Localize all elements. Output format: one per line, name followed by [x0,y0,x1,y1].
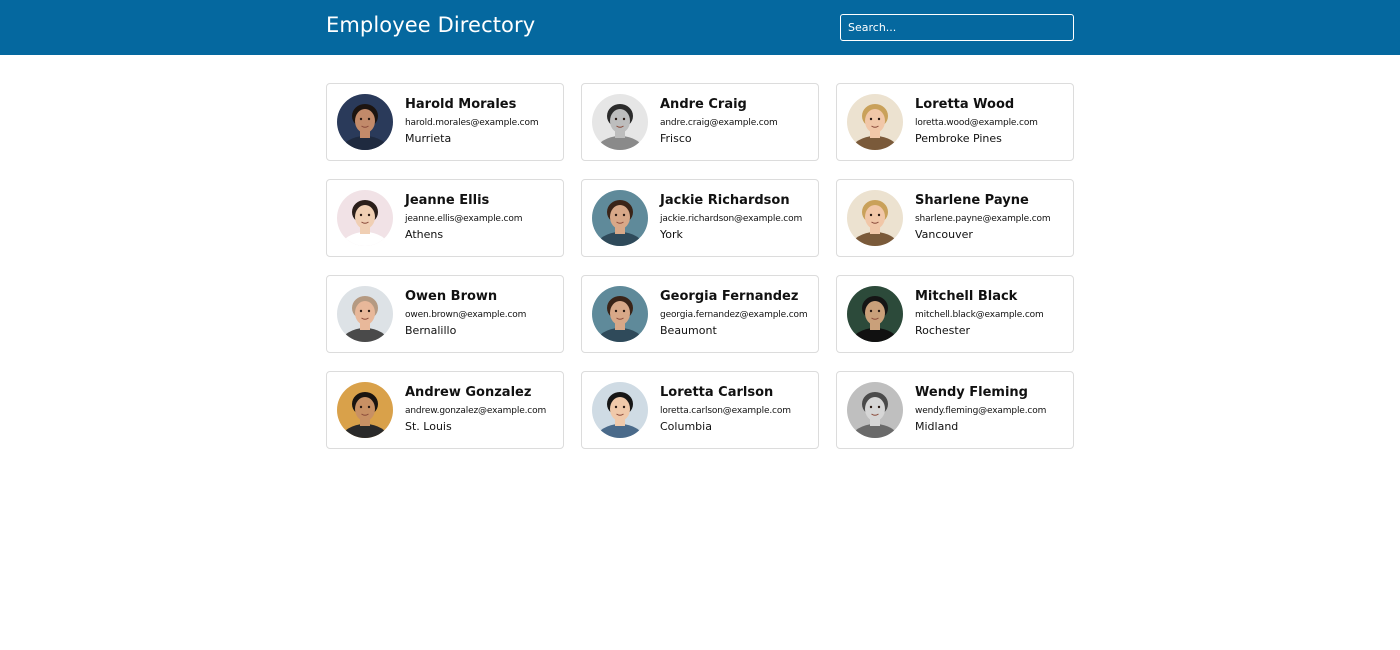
app-header: Employee Directory [0,0,1400,55]
employee-grid: Harold Morales harold.morales@example.com… [326,83,1074,449]
employee-city: York [660,228,683,241]
avatar-photo [337,286,393,342]
employee-card[interactable]: Loretta Carlson loretta.carlson@example.c… [581,371,819,449]
employee-name: Wendy Fleming [915,385,1028,400]
employee-info: Harold Morales harold.morales@example.com… [405,97,561,146]
employee-info: Jeanne Ellis jeanne.ellis@example.com Athe… [405,193,561,242]
employee-info: Wendy Fleming wendy.fleming@example.com Mi… [915,385,1071,434]
employee-card[interactable]: Harold Morales harold.morales@example.com… [326,83,564,161]
avatar [337,190,393,246]
employee-city: Athens [405,228,444,241]
employee-name: Jeanne Ellis [405,193,490,208]
avatar-photo [592,190,648,246]
employee-city: Midland [915,420,959,433]
employee-info: Jackie Richardson jackie.richardson@examp… [660,193,816,242]
avatar-photo [847,382,903,438]
avatar [337,94,393,150]
employee-name: Andre Craig [660,97,747,112]
employee-name: Loretta Wood [915,97,1015,112]
employee-name: Georgia Fernandez [660,289,799,304]
avatar [592,190,648,246]
employee-email: georgia.fernandez@example.com [660,310,808,320]
avatar-photo [847,286,903,342]
employee-name: Mitchell Black [915,289,1018,304]
employee-card[interactable]: Loretta Wood loretta.wood@example.com Pemb… [836,83,1074,161]
employee-email: andrew.gonzalez@example.com [405,406,547,416]
avatar [592,286,648,342]
employee-email: harold.morales@example.com [405,118,539,128]
avatar-photo [592,382,648,438]
avatar-photo [337,382,393,438]
employee-card[interactable]: Andre Craig andre.craig@example.com Frisco [581,83,819,161]
avatar [847,190,903,246]
avatar [337,382,393,438]
employee-card[interactable]: Owen Brown owen.brown@example.com Bernalil… [326,275,564,353]
employee-card[interactable]: Andrew Gonzalez andrew.gonzalez@example.c… [326,371,564,449]
avatar-photo [592,286,648,342]
employee-card[interactable]: Wendy Fleming wendy.fleming@example.com Mi… [836,371,1074,449]
employee-info: Georgia Fernandez georgia.fernandez@examp… [660,289,816,338]
avatar [847,382,903,438]
employee-info: Loretta Wood loretta.wood@example.com Pemb… [915,97,1071,146]
employee-card[interactable]: Jackie Richardson jackie.richardson@examp… [581,179,819,257]
employee-name: Sharlene Payne [915,193,1029,208]
page-title: Employee Directory [326,13,536,37]
employee-email: jackie.richardson@example.com [660,214,803,224]
employee-email: loretta.carlson@example.com [660,406,791,416]
employee-city: St. Louis [405,420,452,433]
employee-email: wendy.fleming@example.com [915,406,1047,416]
employee-email: sharlene.payne@example.com [915,214,1051,224]
avatar-photo [847,94,903,150]
employee-card[interactable]: Jeanne Ellis jeanne.ellis@example.com Athe… [326,179,564,257]
employee-card[interactable]: Mitchell Black mitchell.black@example.com… [836,275,1074,353]
employee-info: Sharlene Payne sharlene.payne@example.com… [915,193,1071,242]
employee-info: Andrew Gonzalez andrew.gonzalez@example.c… [405,385,561,434]
employee-card[interactable]: Sharlene Payne sharlene.payne@example.com… [836,179,1074,257]
employee-info: Loretta Carlson loretta.carlson@example.c… [660,385,816,434]
avatar [847,286,903,342]
employee-email: jeanne.ellis@example.com [405,214,523,224]
avatar-photo [337,94,393,150]
employee-name: Jackie Richardson [660,193,790,208]
avatar-photo [337,190,393,246]
employee-city: Bernalillo [405,324,457,337]
employee-name: Harold Morales [405,97,517,112]
employee-city: Columbia [660,420,712,433]
avatar [847,94,903,150]
search-input[interactable] [840,14,1074,41]
employee-city: Pembroke Pines [915,132,1002,145]
employee-card[interactable]: Georgia Fernandez georgia.fernandez@examp… [581,275,819,353]
employee-info: Owen Brown owen.brown@example.com Bernalil… [405,289,561,338]
employee-city: Frisco [660,132,692,145]
employee-name: Andrew Gonzalez [405,385,532,400]
employee-email: andre.craig@example.com [660,118,778,128]
employee-city: Beaumont [660,324,717,337]
employee-city: Vancouver [915,228,973,241]
employee-name: Loretta Carlson [660,385,774,400]
avatar [592,382,648,438]
employee-info: Mitchell Black mitchell.black@example.com… [915,289,1071,338]
employee-city: Rochester [915,324,970,337]
employee-info: Andre Craig andre.craig@example.com Frisco [660,97,816,146]
employee-email: loretta.wood@example.com [915,118,1038,128]
employee-email: owen.brown@example.com [405,310,527,320]
avatar [592,94,648,150]
employee-name: Owen Brown [405,289,498,304]
avatar-photo [847,190,903,246]
avatar [337,286,393,342]
employee-city: Murrieta [405,132,452,145]
avatar-photo [592,94,648,150]
employee-email: mitchell.black@example.com [915,310,1044,320]
